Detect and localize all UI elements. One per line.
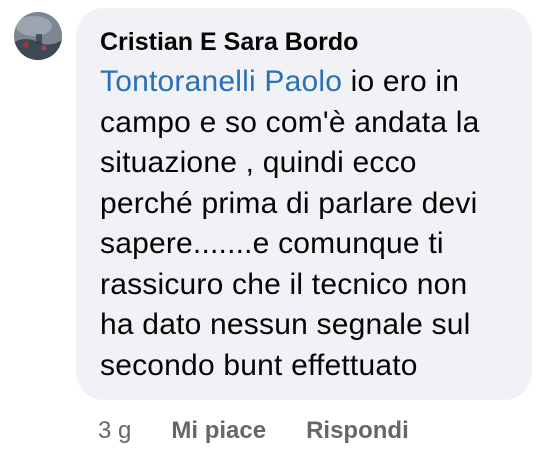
comment-line: ha dato nessun segnale sul <box>100 308 471 341</box>
comment-line: Tontoranelli Paolo io ero in <box>100 62 510 103</box>
reply-button[interactable]: Rispondi <box>306 417 409 445</box>
comment-line: secondo bunt effettuato <box>100 348 418 382</box>
comment-bubble: Cristian E Sara Bordo Tontoranelli Paolo… <box>76 8 532 400</box>
avatar[interactable] <box>14 12 62 60</box>
comment-timestamp[interactable]: 3 g <box>98 417 131 445</box>
like-button[interactable]: Mi piace <box>171 417 266 445</box>
comment: Cristian E Sara Bordo Tontoranelli Paolo… <box>0 0 557 457</box>
mention-link[interactable]: Tontoranelli Paolo <box>100 65 342 98</box>
comment-line: perché prima di parlare devi <box>100 186 478 220</box>
comment-line: situazione , quindi ecco <box>100 146 417 179</box>
comment-author[interactable]: Cristian E Sara Bordo <box>100 26 510 58</box>
comment-text: Tontoranelli Paolo io ero in campo e so … <box>100 62 510 386</box>
comment-line: campo e so com'è andata la <box>100 105 480 139</box>
avatar-photo-icon <box>14 12 62 60</box>
comment-actions: 3 g Mi piace Rispondi <box>98 414 409 448</box>
comment-line-text: io ero in <box>342 65 460 98</box>
comment-line: sapere.......e comunque ti <box>100 227 444 260</box>
comment-line: rassicuro che il tecnico non <box>100 267 468 301</box>
